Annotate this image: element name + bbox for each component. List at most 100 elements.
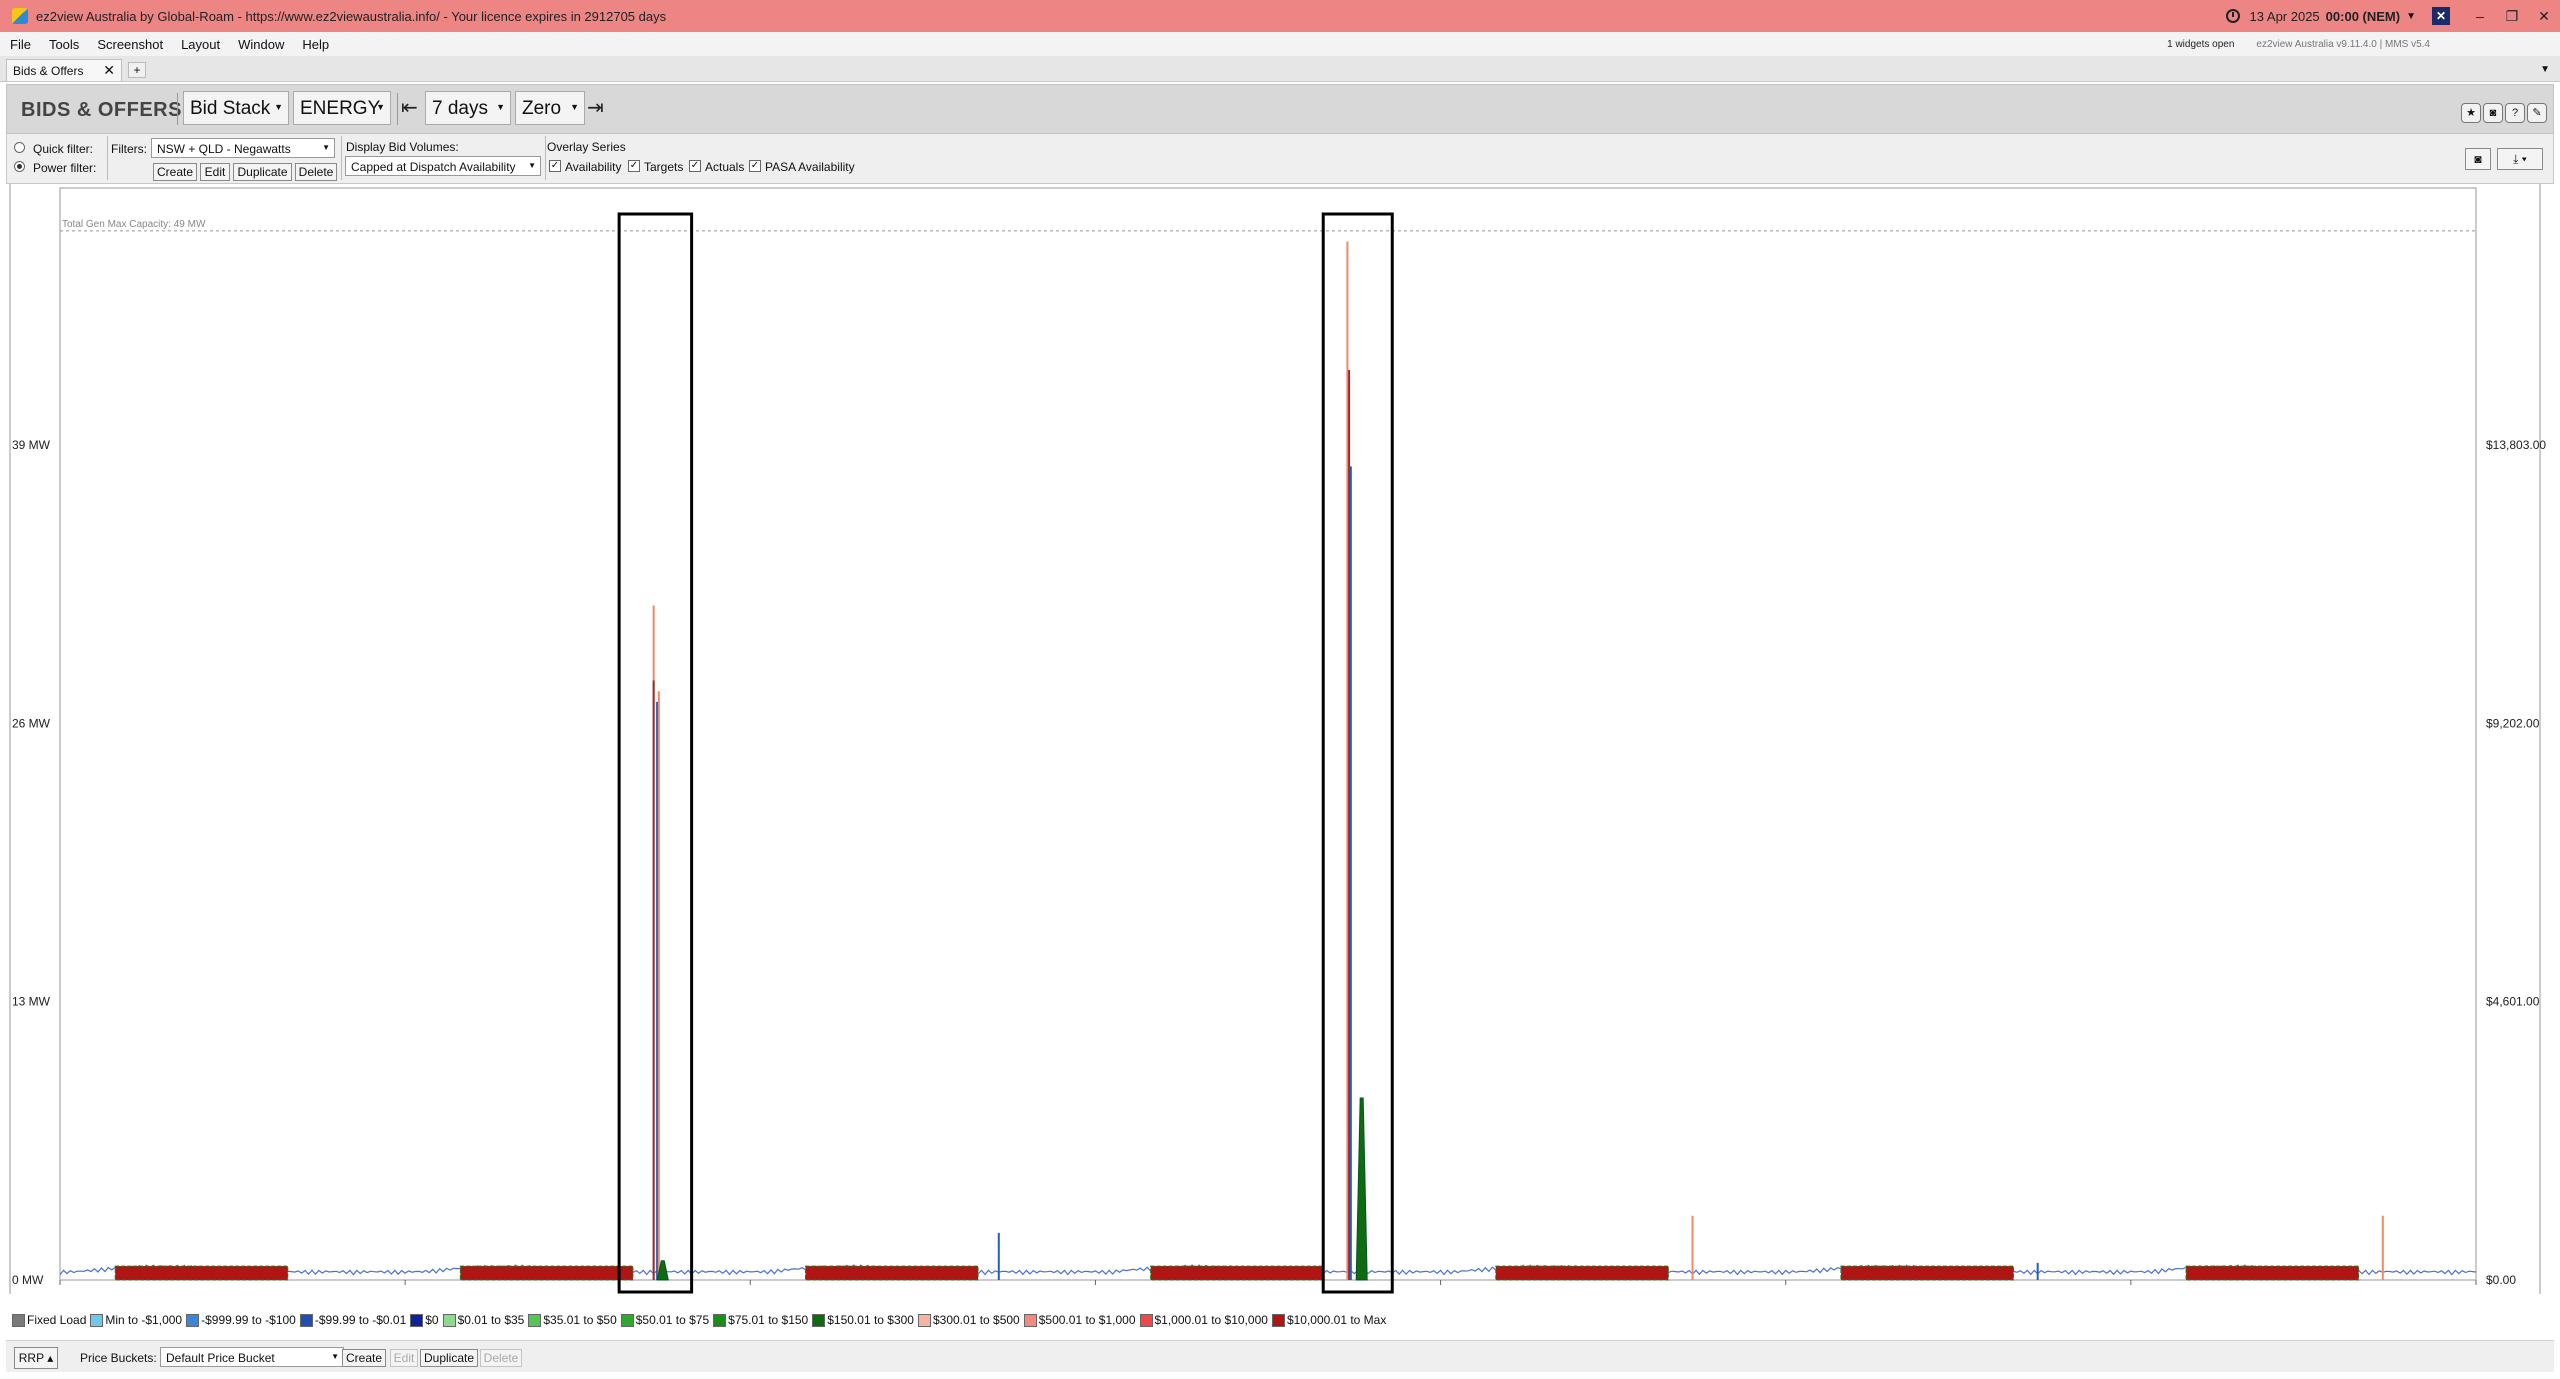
filter-select[interactable]: NSW + QLD - Negawatts ▼ xyxy=(151,138,335,158)
x-tick-label: 7/04/2025 00:00 xyxy=(362,1293,449,1294)
menu-file[interactable]: File xyxy=(10,37,31,52)
legend-label: $0 xyxy=(425,1313,439,1327)
rrp-block xyxy=(2185,1265,2360,1281)
legend-swatch xyxy=(713,1313,727,1327)
clock-icon xyxy=(2225,9,2240,23)
display-volumes-select[interactable]: Capped at Dispatch Availability ▼ xyxy=(345,156,541,176)
legend-item[interactable]: $500.01 to $1,000 xyxy=(1023,1313,1136,1327)
legend-item[interactable]: $1,000.01 to $10,000 xyxy=(1139,1313,1268,1327)
tab-overflow-icon[interactable]: ▼ xyxy=(2540,64,2550,75)
chevron-down-icon: ▼ xyxy=(376,102,385,112)
favourite-icon[interactable]: ★ xyxy=(2461,103,2481,123)
create-bucket-button[interactable]: Create xyxy=(342,1349,386,1367)
close-tab-icon[interactable]: ✕ xyxy=(103,62,115,79)
legend-item[interactable]: $300.01 to $500 xyxy=(917,1313,1020,1327)
display-volumes-value: Capped at Dispatch Availability xyxy=(351,160,516,174)
legend-swatch xyxy=(442,1313,456,1327)
create-filter-button[interactable]: Create xyxy=(153,163,197,181)
legend-item[interactable]: $0 xyxy=(410,1313,439,1327)
market-time[interactable]: 00:00 (NEM) xyxy=(2326,9,2400,24)
x-tick-label: 12/04/2025 00:00 xyxy=(2084,1293,2178,1294)
menu-window[interactable]: Window xyxy=(238,37,284,52)
tab-bids-offers[interactable]: Bids & Offers ✕ xyxy=(6,59,122,81)
legend-item[interactable]: $150.01 to $300 xyxy=(812,1313,914,1327)
view-select[interactable]: Bid Stack ▼ xyxy=(183,91,289,125)
jump-end-icon[interactable]: ⇥ xyxy=(587,95,604,120)
price-buckets-label: Price Buckets: xyxy=(80,1351,157,1365)
legend-item[interactable]: $0.01 to $35 xyxy=(442,1313,524,1327)
availability-label: Availability xyxy=(565,160,622,174)
legend-swatch xyxy=(1271,1313,1285,1327)
rrp-block xyxy=(459,1265,634,1281)
camera-icon[interactable]: ◙ xyxy=(2483,103,2503,123)
menu-bar: File Tools Screenshot Layout Window Help… xyxy=(0,32,2560,56)
legend-swatch xyxy=(186,1313,200,1327)
duplicate-bucket-button[interactable]: Duplicate xyxy=(420,1349,478,1367)
filter-bar: Quick filter: Power filter: Filters: NSW… xyxy=(6,134,2554,184)
rrp-button-label: RRP xyxy=(18,1351,44,1365)
menu-help[interactable]: Help xyxy=(302,37,329,52)
y-right-tick-label: $4,601.00 xyxy=(2486,995,2540,1009)
legend-item[interactable]: -$999.99 to -$100 xyxy=(186,1313,296,1327)
plot-area xyxy=(59,187,2477,1281)
legend-item[interactable]: -$99.99 to -$0.01 xyxy=(299,1313,406,1327)
menu-layout[interactable]: Layout xyxy=(181,37,220,52)
power-filter-radio[interactable] xyxy=(14,161,25,172)
menu-tools[interactable]: Tools xyxy=(49,37,79,52)
version-label: ez2view Australia v9.11.4.0 | MMS v5.4 xyxy=(2256,38,2430,50)
title-bar: ez2view Australia by Global-Roam - https… xyxy=(0,0,2560,32)
chart-camera-icon[interactable]: ◙ xyxy=(2465,148,2491,170)
price-band-legend: Fixed Load Min to -$1,000 -$999.99 to -$10… xyxy=(12,1312,1390,1328)
legend-label: $150.01 to $300 xyxy=(827,1313,914,1327)
legend-label: -$999.99 to -$100 xyxy=(201,1313,296,1327)
jump-start-icon[interactable]: ⇤ xyxy=(401,95,418,120)
export-icon[interactable]: ⤓ ▾ xyxy=(2497,148,2543,170)
rrp-block xyxy=(114,1265,289,1281)
delete-bucket-button: Delete xyxy=(480,1349,522,1367)
filter-divider xyxy=(107,136,108,180)
actuals-label: Actuals xyxy=(705,160,745,174)
duplicate-filter-button[interactable]: Duplicate xyxy=(233,163,292,181)
help-icon[interactable]: ? xyxy=(2505,103,2525,123)
price-bucket-select[interactable]: Default Price Bucket ▼ xyxy=(160,1347,344,1367)
edit-filter-button[interactable]: Edit xyxy=(200,163,230,181)
widgets-open-count: 1 widgets open xyxy=(2167,38,2235,50)
market-select[interactable]: ENERGY ▼ xyxy=(293,91,391,125)
time-dropdown-icon[interactable]: ▼ xyxy=(2406,11,2416,22)
legend-item[interactable]: $75.01 to $150 xyxy=(713,1313,808,1327)
legend-item[interactable]: $10,000.01 to Max xyxy=(1271,1313,1386,1327)
minimize-button[interactable]: – xyxy=(2464,8,2496,24)
targets-checkbox[interactable]: ✓ xyxy=(628,160,640,172)
legend-item[interactable]: Fixed Load xyxy=(12,1313,86,1327)
legend-label: $35.01 to $50 xyxy=(543,1313,617,1327)
legend-item[interactable]: Min to -$1,000 xyxy=(90,1313,182,1327)
x-tick-label: 11/04/2025 00:00 xyxy=(1739,1293,1832,1294)
range-select[interactable]: 7 days ▼ xyxy=(425,91,511,125)
menu-screenshot[interactable]: Screenshot xyxy=(97,37,163,52)
targets-label: Targets xyxy=(644,160,684,174)
legend-item[interactable]: $35.01 to $50 xyxy=(528,1313,617,1327)
legend-item[interactable]: $50.01 to $75 xyxy=(620,1313,709,1327)
y-left-tick-label: 0 MW xyxy=(12,1273,44,1287)
rrp-block xyxy=(1495,1265,1669,1281)
toolbar-divider xyxy=(397,93,398,125)
quick-filter-radio[interactable] xyxy=(14,142,25,153)
chevron-down-icon: ▼ xyxy=(528,161,536,170)
app-logo-icon xyxy=(12,8,28,24)
rrp-button[interactable]: RRP ▴ xyxy=(14,1347,58,1369)
power-filter-label: Power filter: xyxy=(33,161,97,175)
actuals-checkbox[interactable]: ✓ xyxy=(689,160,701,172)
y-right-tick-label: $0.00 xyxy=(2486,1273,2516,1287)
comment-icon[interactable]: ✎ xyxy=(2527,103,2547,123)
availability-checkbox[interactable]: ✓ xyxy=(549,160,561,172)
delete-filter-button[interactable]: Delete xyxy=(295,163,337,181)
y-left-tick-label: 13 MW xyxy=(12,995,51,1009)
close-button[interactable]: ✕ xyxy=(2528,8,2560,25)
pasa-availability-checkbox[interactable]: ✓ xyxy=(749,160,761,172)
ez2view-status-icon[interactable]: ✕ xyxy=(2432,7,2450,25)
baseline-select[interactable]: Zero ▼ xyxy=(515,91,585,125)
market-date[interactable]: 13 Apr 2025 xyxy=(2250,9,2320,24)
restore-button[interactable]: ❐ xyxy=(2496,8,2528,25)
chart-canvas[interactable]: Total Gen Max Capacity: 49 MW 0 MW 13 MW 26… xyxy=(0,184,2560,1307)
add-tab-button[interactable]: + xyxy=(128,62,146,78)
